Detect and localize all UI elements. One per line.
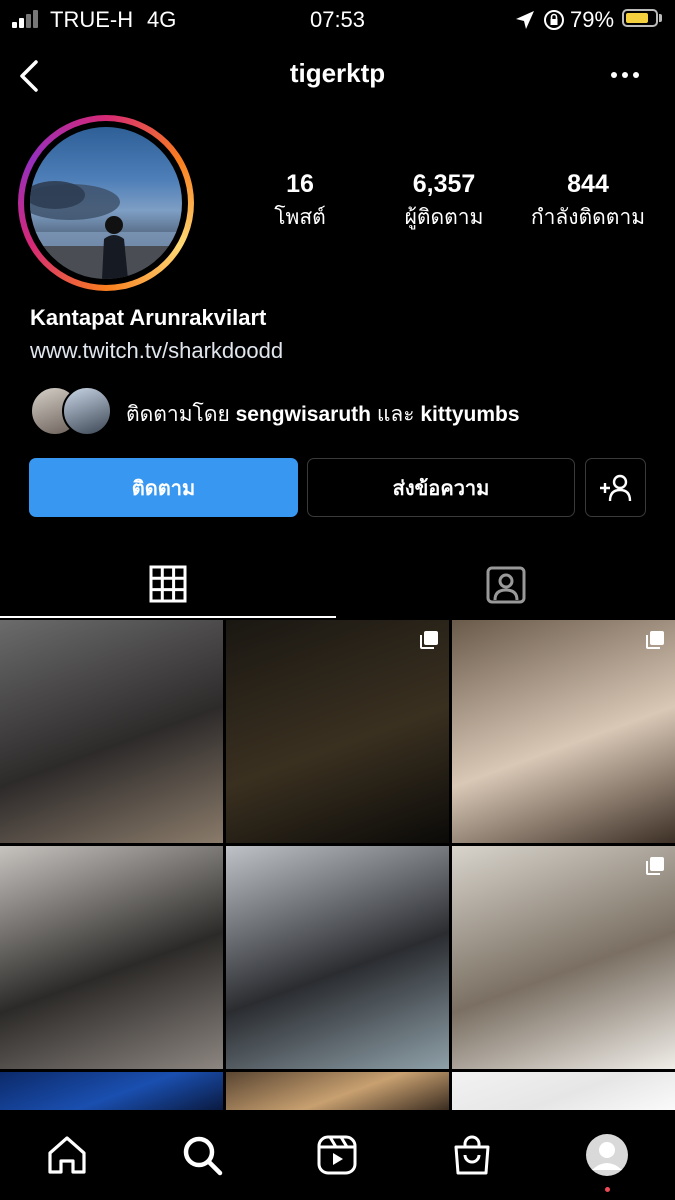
post-thumbnail[interactable] <box>226 1072 449 1110</box>
posts-grid <box>0 620 675 1110</box>
post-thumbnail[interactable] <box>226 846 449 1069</box>
location-icon <box>516 11 534 29</box>
followers-count: 6,357 <box>412 170 476 198</box>
nav-home[interactable] <box>42 1130 92 1180</box>
mutual-user-2: kittyumbs <box>420 403 520 426</box>
profile-avatar-icon <box>586 1134 628 1176</box>
followed-by-and: และ <box>370 403 421 426</box>
stat-posts[interactable]: 16 โพสต์ <box>265 170 335 234</box>
battery-percent: 79% <box>570 7 615 32</box>
multiple-photos-icon <box>646 631 664 649</box>
reels-icon <box>317 1135 357 1175</box>
multiple-photos-icon <box>420 631 438 649</box>
battery-tip <box>659 14 662 22</box>
bio-link[interactable]: www.twitch.tv/sharkdoodd <box>30 338 283 364</box>
post-thumbnail[interactable] <box>0 846 223 1069</box>
bottom-nav-bar <box>0 1110 675 1200</box>
active-tab-indicator <box>0 616 336 618</box>
message-button[interactable]: ส่งข้อความ <box>307 458 575 517</box>
post-thumbnail[interactable] <box>0 1072 223 1110</box>
battery-icon <box>622 9 658 27</box>
notification-dot <box>605 1187 610 1192</box>
post-thumbnail[interactable] <box>0 620 223 843</box>
shop-icon <box>454 1135 490 1175</box>
multiple-photos-icon <box>646 857 664 875</box>
mutual-user-1: sengwisaruth <box>235 403 371 426</box>
display-name: Kantapat Arunrakvilart <box>30 305 267 330</box>
nav-profile[interactable] <box>582 1130 632 1180</box>
profile-avatar <box>30 127 182 279</box>
grid-icon <box>149 565 187 603</box>
more-dots-icon[interactable] <box>608 62 642 88</box>
nav-search[interactable] <box>177 1130 227 1180</box>
home-icon <box>48 1136 86 1174</box>
posts-label: โพสต์ <box>274 206 326 229</box>
profile-username: tigerktp <box>289 58 386 88</box>
mutual-avatar-2 <box>62 386 112 436</box>
followed-by-prefix: ติดตามโดย <box>126 403 236 426</box>
status-bar: TRUE-H 4G 07:53 79% <box>0 0 675 38</box>
stat-following[interactable]: 844 กำลังติดตาม <box>522 170 654 234</box>
post-thumbnail[interactable] <box>452 1072 675 1110</box>
rotation-lock-icon <box>544 10 564 30</box>
nav-reels[interactable] <box>312 1130 362 1180</box>
tab-posts-grid[interactable] <box>0 550 336 618</box>
nav-shop[interactable] <box>447 1130 497 1180</box>
post-thumbnail[interactable] <box>452 620 675 843</box>
following-count: 844 <box>567 170 609 198</box>
post-thumbnail[interactable] <box>452 846 675 1069</box>
posts-count: 16 <box>286 170 314 198</box>
followed-by-text[interactable]: ติดตามโดย sengwisaruth และ kittyumbs <box>126 398 520 431</box>
following-label: กำลังติดตาม <box>530 206 646 229</box>
stat-followers[interactable]: 6,357 ผู้ติดตาม <box>384 170 504 234</box>
suggest-users-button[interactable] <box>585 458 646 517</box>
tagged-icon <box>486 566 526 604</box>
story-ring[interactable] <box>18 115 194 291</box>
add-person-icon <box>599 474 631 501</box>
follow-button[interactable]: ติดตาม <box>29 458 298 517</box>
post-thumbnail[interactable] <box>226 620 449 843</box>
tab-tagged[interactable] <box>337 550 675 618</box>
search-icon <box>183 1136 223 1176</box>
followers-label: ผู้ติดตาม <box>404 206 484 229</box>
